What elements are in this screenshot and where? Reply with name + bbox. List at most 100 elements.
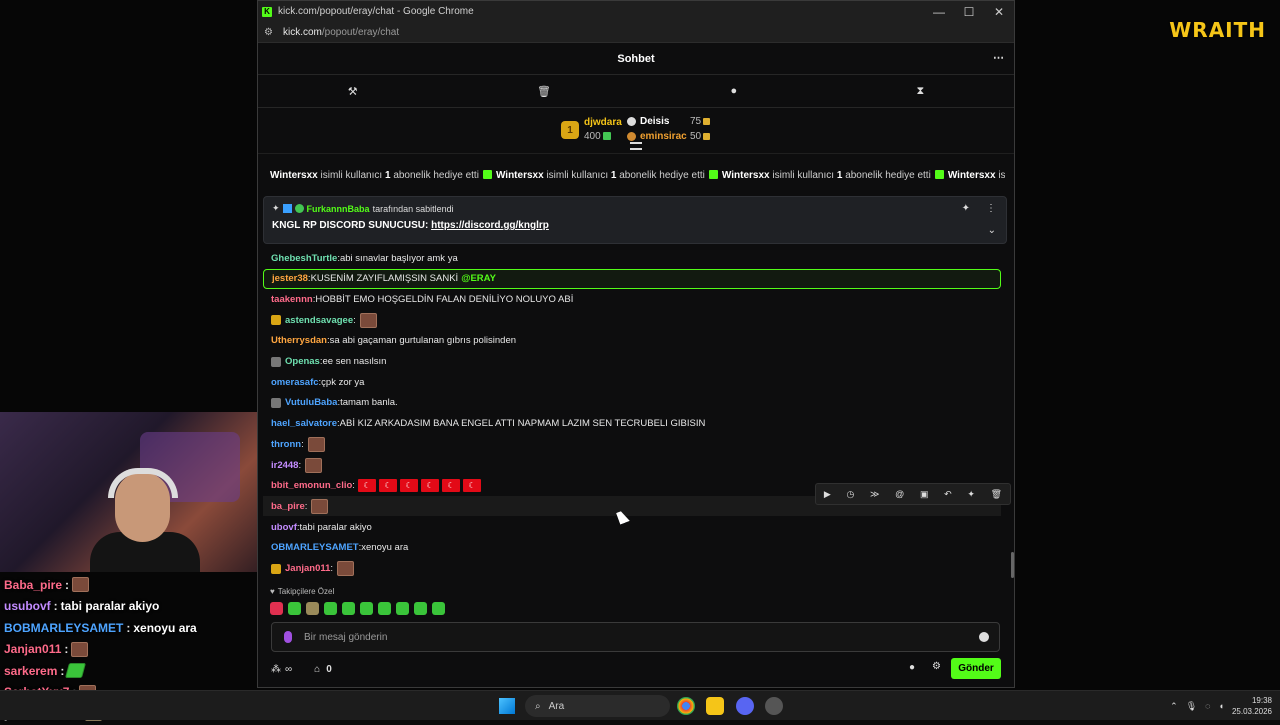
chat-username[interactable]: VutuluBaba — [285, 397, 337, 408]
chat-mention[interactable]: @ERAY — [461, 273, 496, 284]
chat-username[interactable]: taakennn — [271, 294, 313, 305]
gift-ticker-item: Wintersxx isimli kullanıcı 1 abonelik he… — [948, 170, 1005, 181]
chevron-down-icon[interactable]: ⌄ — [988, 225, 996, 236]
collapse-icon[interactable] — [630, 142, 642, 150]
emote-button[interactable] — [378, 602, 391, 615]
site-info-icon[interactable]: ⚙ — [264, 27, 273, 38]
store-display[interactable]: ⌂ 0 — [314, 664, 332, 675]
chat-message: OBMARLEYSAMET: xenoyu ara — [263, 538, 1001, 558]
clock[interactable]: 19:38 25.03.2026 — [1232, 695, 1272, 717]
emote-button[interactable] — [306, 602, 319, 615]
gift-ticker-item: Wintersxx isimli kullanıcı 1 abonelik he… — [722, 170, 931, 181]
emote-button[interactable] — [396, 602, 409, 615]
address-bar[interactable]: ⚙ kick.com/popout/eray/chat — [258, 22, 1014, 43]
leaderboard-second[interactable]: Deisis — [627, 116, 669, 127]
chat-bubble-icon[interactable]: ● — [730, 85, 737, 97]
play-icon[interactable]: ▶ — [824, 489, 831, 500]
chat-icon[interactable]: ● — [909, 662, 915, 673]
emote-button[interactable] — [414, 602, 427, 615]
emote-button[interactable] — [324, 602, 337, 615]
gift-ticker-post: abonelik hediye etti — [845, 170, 931, 181]
emote-icon — [72, 577, 90, 593]
emote-icon — [305, 457, 323, 473]
chat-message: hael_salvatore: ABİ KIZ ARKADASIM BANA E… — [263, 414, 1001, 434]
chat-username[interactable]: omerasafc — [271, 377, 319, 388]
emoji-picker-icon[interactable] — [979, 632, 989, 642]
overlay-chat-text: tabi paralar akiyo — [60, 599, 160, 614]
chevron-up-icon[interactable]: ⌃ — [1170, 701, 1178, 712]
windows-start-icon[interactable] — [499, 698, 515, 714]
heart-icon: ♥ — [270, 587, 275, 596]
volume-icon[interactable]: ◖ — [1219, 701, 1224, 711]
chat-username[interactable]: Utherrysdan — [271, 335, 327, 346]
fast-forward-icon[interactable]: ≫ — [870, 489, 879, 500]
pin-icon[interactable]: ✦ — [967, 489, 975, 500]
chat-message-text: sa abi gaçaman gurtulanan gıbrıs polisin… — [329, 335, 517, 347]
points-display[interactable]: ⁂ ∞ — [271, 664, 292, 675]
maximize-button[interactable]: ☐ — [954, 5, 984, 19]
delete-icon[interactable]: 🗑 — [991, 489, 1002, 500]
taskbar-search[interactable]: ⌕ Ara — [525, 695, 670, 717]
close-button[interactable]: ✕ — [984, 5, 1014, 19]
chat-username[interactable]: astendsavagee — [285, 315, 353, 326]
trash-icon[interactable]: 🗑 — [537, 85, 551, 98]
clock-date: 25.03.2026 — [1231, 707, 1272, 716]
user-badge-icon — [271, 315, 281, 326]
chat-username[interactable]: Janjan011 — [285, 563, 330, 574]
chat-username[interactable]: ir2448 — [271, 460, 298, 471]
emote-button[interactable] — [342, 602, 355, 615]
gift-ticker-user[interactable]: Wintersxx — [270, 170, 318, 181]
pinned-link[interactable]: https://discord.gg/knglrp — [431, 220, 549, 231]
settings-gear-icon[interactable]: ⚙ — [932, 661, 941, 672]
user-badge-icon — [282, 204, 292, 213]
gift-ticker-user[interactable]: Wintersxx — [496, 170, 544, 181]
emote-button[interactable] — [288, 602, 301, 615]
clock-icon[interactable]: ◷ — [846, 489, 854, 500]
microphone-tray-icon[interactable]: 🎙 — [1186, 701, 1197, 712]
mention-icon[interactable]: @ — [895, 489, 904, 499]
network-icon[interactable]: ◌ — [1205, 701, 1210, 711]
gift-ticker-user[interactable]: Wintersxx — [948, 170, 996, 181]
gift-leaderboard: 1 djwdara 400 Deisis 75 eminsirac 50 — [258, 108, 1014, 154]
overlay-chat-text: xenoyu ara — [133, 620, 197, 635]
app-icon[interactable] — [765, 697, 783, 715]
gift-ticker-user[interactable]: Wintersxx — [722, 170, 770, 181]
chat-username[interactable]: ba_pire — [271, 501, 305, 512]
chat-username[interactable]: Openas — [285, 356, 320, 367]
emote-button[interactable] — [270, 602, 283, 615]
turkish-flag-icon: ☾ — [399, 479, 418, 493]
pinned-by-user[interactable]: FurkannnBaba — [307, 204, 370, 214]
pinned-menu-icon[interactable]: ⋮ — [986, 203, 996, 214]
file-explorer-icon[interactable] — [706, 697, 724, 715]
silver-badge-icon — [627, 117, 636, 126]
mod-tools-bar: ⚒ 🗑 ● ⧗ — [258, 75, 1014, 108]
hourglass-icon[interactable]: ⧗ — [917, 85, 925, 98]
chat-username[interactable]: thronn — [271, 439, 301, 450]
gift-ticker-count: 1 — [610, 170, 617, 181]
chat-username[interactable]: ubovf — [271, 522, 297, 533]
chat-menu-icon[interactable]: ⋯ — [993, 51, 1004, 64]
microphone-icon[interactable] — [284, 631, 292, 643]
chat-footer: ⁂ ∞ ⌂ 0 ● ⚙ Gönder — [271, 658, 1001, 680]
chat-username[interactable]: GhebeshTurtle — [271, 253, 337, 264]
copy-icon[interactable]: ▣ — [920, 489, 929, 500]
minimize-button[interactable]: — — [924, 5, 954, 19]
chat-username[interactable]: bbit_emonun_clio — [271, 480, 352, 491]
chat-username[interactable]: jester38 — [272, 273, 308, 284]
leaderboard-second-name: Deisis — [640, 116, 670, 127]
unpin-icon[interactable]: ✦ — [962, 203, 970, 214]
chat-input[interactable]: Bir mesaj gönderin — [271, 622, 1000, 652]
leaderboard-first-name[interactable]: djwdara — [584, 117, 622, 128]
scrollbar[interactable] — [1011, 552, 1014, 578]
chat-username[interactable]: OBMARLEYSAMET — [271, 542, 359, 553]
leaderboard-third[interactable]: eminsirac — [627, 131, 687, 142]
chrome-icon[interactable] — [677, 697, 695, 715]
hammer-icon[interactable]: ⚒ — [348, 85, 358, 98]
emote-button[interactable] — [432, 602, 445, 615]
discord-icon[interactable] — [736, 697, 754, 715]
chat-input-placeholder: Bir mesaj gönderin — [304, 631, 388, 643]
reply-icon[interactable]: ↶ — [944, 489, 952, 500]
send-button[interactable]: Gönder — [951, 658, 1001, 679]
emote-button[interactable] — [360, 602, 373, 615]
chat-username[interactable]: hael_salvatore — [271, 418, 337, 429]
